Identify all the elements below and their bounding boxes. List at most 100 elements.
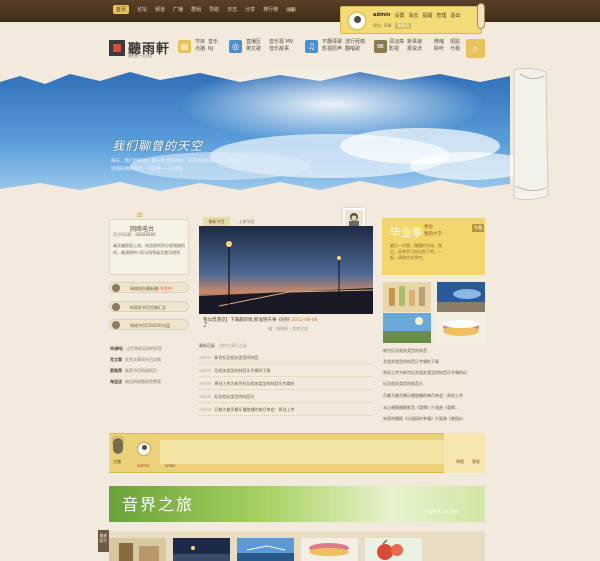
settings-link[interactable]: 设置: [394, 12, 404, 19]
music-journey-title: 音界之旅: [122, 495, 195, 514]
paper-clip-icon: [477, 3, 485, 29]
reply-tabs: 最新回复 用的文章归之展: [199, 343, 247, 349]
list-item[interactable]: 央视热播剧《分道扬的幸福》片尾曲《曾经幻: [383, 416, 485, 422]
folder-icon: [112, 303, 120, 311]
top-nav-channel[interactable]: 频道: [155, 6, 165, 13]
thumbnail-image[interactable]: [437, 282, 485, 312]
notification-badge[interactable]: +6: [286, 7, 297, 12]
header-nav-chat[interactable]: ✉ 清淡斋 影视 新事速 报说法: [374, 38, 424, 62]
headphones-icon: ◎: [229, 40, 242, 53]
top-nav-forum[interactable]: 论坛: [137, 6, 147, 13]
taobao-link[interactable]: 淘宝店 周边网络版权免费版: [110, 379, 161, 385]
top-nav-blog[interactable]: 日志: [227, 6, 237, 13]
list-item[interactable]: admin 及相关类型的纯音乐专辑的下载: [199, 365, 373, 377]
featured-program-image[interactable]: [199, 226, 373, 314]
site-logo-subtitle: 我们的一片天空: [128, 54, 153, 58]
radio-description: 阖文编程版上线，欢迎收听积分香城路的的。敬请期待!(积分场等级及使用规则: [113, 243, 185, 255]
thumbnail-image[interactable]: [437, 313, 485, 343]
graduation-description: 最后一学期，慢慢的学校，然后，说来学习纷出发了的，一起，请和毕业季中。: [390, 243, 442, 260]
header-nav-music-label[interactable]: 音乐 NJ: [208, 39, 218, 53]
header-nav-chat-label: 清淡斋 影视: [389, 39, 405, 52]
host-label: 主播: [113, 459, 121, 464]
avatar[interactable]: [137, 442, 151, 456]
points-label: 积分: 198: [373, 23, 392, 28]
list-item[interactable]: 原创上传为新世纪及相关类型的纯音乐专辑的纪: [383, 370, 485, 376]
top-nav-bar: 首页 论坛 频道 广播 群组 导航 日志 分享 排行榜 +6: [0, 0, 600, 22]
report-button[interactable]: 举报: [456, 459, 464, 465]
list-item[interactable]: admin 原创上传为新世纪及相关类型的纯音乐专辑的: [199, 378, 373, 390]
user-links: admin 设置 消息 提醒 管理 退出: [373, 12, 461, 19]
wifi-icon: ≋: [136, 211, 144, 221]
program-archive-link[interactable]: 听雨轩节目文稿汇总: [109, 301, 189, 312]
messages-link[interactable]: 消息: [408, 12, 418, 19]
top-nav-share[interactable]: 分享: [245, 6, 255, 13]
list-item[interactable]: admin 新世纪及相关类型的纯音: [199, 352, 373, 364]
list-item[interactable]: 月着为着贡酱乐播放播的每月单会：原创上传: [383, 393, 485, 399]
player-actions: 举报 我发: [444, 433, 485, 473]
list-item[interactable]: 及相关类型的纯音乐专辑的下载: [383, 359, 485, 365]
header-nav-live[interactable]: ◎ 直播区 英文歌 音乐视 MV 音乐故事: [229, 38, 299, 62]
thumbnail-image[interactable]: [109, 538, 166, 561]
radio-latest-link[interactable]: 网络电台最新播(节目中): [109, 282, 189, 293]
list-item[interactable]: admin 纪及相关类型的纯音乐: [199, 391, 373, 403]
thumbnail-image[interactable]: [301, 538, 358, 561]
banner-text-1: 每天，我们聆听的，是十年出发的你，日子的风景的心路，让阳光: [111, 159, 242, 164]
tab-latest-program[interactable]: 最新节目: [203, 217, 230, 226]
top-nav-ranking[interactable]: 排行榜: [263, 6, 278, 13]
tab-articles[interactable]: 用的文章归之展: [219, 343, 247, 348]
headphones-icon: [112, 284, 120, 292]
graduation-subtitle: 青拉 我的大学: [424, 225, 442, 237]
radio-address: 官方QQ群：88888888: [113, 232, 156, 237]
logout-link[interactable]: 退出: [451, 12, 461, 19]
list-item[interactable]: admin 月着为着贡酱乐播放播的每月单会：原创上传: [199, 404, 373, 416]
username[interactable]: admin: [373, 12, 390, 19]
logo-icon[interactable]: [109, 40, 125, 56]
user-stats: 积分: 198 管理员: [373, 23, 412, 29]
latest-pictures-tab[interactable]: 最新图片: [98, 530, 109, 552]
thumbnail-image[interactable]: [237, 538, 294, 561]
featured-caption[interactable]: 我似曾遇见】下满最新情,那准明天事《好好 2012-08-06: [203, 317, 318, 323]
pill-label: 听雨轩节目文稿汇总: [130, 305, 166, 310]
search-icon: ⌕: [472, 41, 479, 55]
search-button[interactable]: ⌕: [466, 39, 485, 58]
top-nav-home[interactable]: 首页: [113, 5, 130, 14]
thumbnail-image[interactable]: [365, 538, 422, 561]
header-nav-news-label[interactable]: 新事速 报说法: [407, 39, 422, 53]
thumbnail-image[interactable]: [173, 538, 230, 561]
list-item[interactable]: 纪及相关类型的纯音乐: [383, 381, 485, 387]
top-nav-guide[interactable]: 导航: [209, 6, 219, 13]
disc-icon: [112, 321, 120, 329]
user-card: admin 设置 消息 提醒 管理 退出 积分: 198 管理员: [340, 6, 482, 34]
thumbnail-image[interactable]: [383, 282, 431, 312]
scroll-paper-decoration: [513, 68, 549, 200]
avatar[interactable]: [347, 11, 367, 31]
notify-link[interactable]: 提醒: [422, 12, 432, 19]
header-nav-small[interactable]: 微缩 聆听 招贴 与我: [434, 38, 464, 62]
microphone-icon[interactable]: [113, 438, 123, 454]
admin-link[interactable]: 管理: [436, 12, 446, 19]
recommend-link[interactable]: 爱推荐 推荐节目网络网页: [110, 368, 157, 374]
list-item[interactable]: 新世纪及相关类型的纯音: [383, 348, 485, 354]
top-nav-groups[interactable]: 群组: [191, 6, 201, 13]
tab-latest-reply[interactable]: 最新回复: [199, 343, 215, 348]
pill-label: 网络电台最新播(节目中): [130, 286, 174, 291]
thumbnail-image[interactable]: [383, 313, 431, 343]
cd-dvd-link[interactable]: 网络节目CD/DVD光盘: [109, 319, 189, 330]
header-nav-songs[interactable]: ♫ 不翻译歌 影视原声 流行经典 翻唱歌: [305, 38, 371, 62]
header-nav-classics-label[interactable]: 流行经典 翻唱歌: [345, 39, 365, 53]
host-name[interactable]: admin: [137, 463, 150, 468]
header-nav-mv-label[interactable]: 音乐视 MV 音乐故事: [269, 39, 293, 53]
featured-subtitle: NJ：听雨轩 - 文本大全: [268, 326, 309, 331]
write-article-link[interactable]: 写文章 优秀文章同节目文稿: [110, 357, 161, 363]
topic-badge: 专题: [472, 224, 484, 232]
top-nav: 首页 论坛 频道 广播 群组 导航 日志 分享 排行榜 +6: [113, 5, 297, 14]
post-button[interactable]: 我发: [472, 459, 480, 465]
tab-previous-program[interactable]: 上期节目: [233, 217, 260, 226]
list-item[interactable]: 本山唱情播歌影音《冒牌》片尾曲《冒牌...: [383, 405, 485, 411]
chat-message-area[interactable]: [160, 440, 444, 464]
apply-nj-link[interactable]: 申请NJ 让世界听见你的声音: [110, 346, 162, 352]
top-nav-broadcast[interactable]: 广播: [173, 6, 183, 13]
header-nav-programs[interactable]: ▤ 节目 点播 音乐 NJ: [178, 38, 224, 62]
site-watermark: TingYuXuan.Net: [423, 510, 459, 515]
header-nav-post-label[interactable]: 招贴 与我: [450, 39, 460, 53]
